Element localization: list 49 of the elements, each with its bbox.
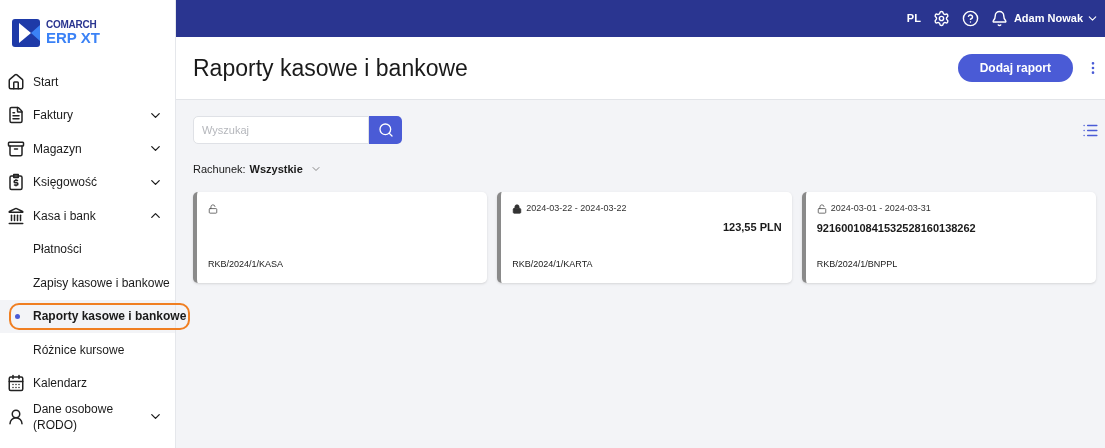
account-filter[interactable]: Rachunek: Wszystkie <box>193 161 1096 178</box>
logo-brand: COMARCH <box>46 20 98 30</box>
search-icon <box>377 122 394 138</box>
report-card[interactable]: 2024-03-01 - 2024-03-31 92160010841532528160138262 RKB/2024/1/BNPPL <box>801 191 1096 283</box>
nav-subitem[interactable]: Raporty kasowe i bankowe <box>9 302 191 330</box>
nav-subitem[interactable]: Płatności <box>9 235 86 263</box>
language-selector[interactable]: PL <box>906 10 921 27</box>
add-report-button[interactable]: Dodaj raport <box>957 54 1073 82</box>
nav-item[interactable]: Dane osobowe (RODO) <box>0 400 175 434</box>
report-number: RKB/2024/1/KARTA <box>512 258 594 271</box>
report-period: 2024-03-22 - 2024-03-22 <box>526 201 627 215</box>
nav-label: Start <box>33 73 60 90</box>
help-icon[interactable] <box>961 10 979 27</box>
nav-label: Księgowość <box>33 174 99 191</box>
archive-icon <box>7 139 25 158</box>
home-icon <box>7 72 25 91</box>
bell-icon[interactable] <box>990 10 1008 27</box>
settings-icon[interactable] <box>932 10 950 27</box>
nav-item[interactable]: Księgowość <box>0 165 175 199</box>
nav-label: Kasa i bank <box>33 207 97 224</box>
nav-subitem[interactable]: Zapisy kasowe i bankowe <box>9 269 174 297</box>
nav-label: Magazyn <box>33 140 83 157</box>
nav-label: Faktury <box>33 107 74 124</box>
report-card[interactable]: 2024-03-22 - 2024-03-22 123,55 PLN RKB/2024/1/KARTA <box>497 191 792 283</box>
logo-product: ERP XT <box>46 30 100 45</box>
nav-item[interactable]: Faktury <box>0 98 175 132</box>
calendar-icon <box>7 374 25 393</box>
search-button[interactable] <box>369 116 402 144</box>
person-icon <box>7 407 25 426</box>
report-amount: 123,55 PLN <box>722 219 782 235</box>
report-number: RKB/2024/1/BNPPL <box>816 258 899 271</box>
nav-item[interactable]: Kalendarz <box>0 366 175 400</box>
nav-subitem[interactable]: Różnice kursowe <box>9 336 129 364</box>
report-period: 2024-03-01 - 2024-03-31 <box>830 201 931 215</box>
document-icon <box>7 106 25 125</box>
dollar-clipboard-icon <box>7 173 25 192</box>
nav-label: Kalendarz <box>33 375 89 392</box>
nav-label: Dane osobowe (RODO) <box>33 400 115 433</box>
page-title: Raporty kasowe i bankowe <box>193 53 469 83</box>
nav-item[interactable]: Magazyn <box>0 132 175 166</box>
logo-icon <box>12 18 40 47</box>
bank-icon <box>7 206 25 225</box>
nav-item[interactable]: Kasa i bank <box>0 199 175 233</box>
report-card[interactable]: RKB/2024/1/KASA <box>193 191 488 283</box>
account-number: 92160010841532528160138262 <box>816 220 977 236</box>
nav-item[interactable]: Start <box>0 65 175 99</box>
user-menu[interactable]: Adam Nowak <box>1013 10 1099 27</box>
search-field[interactable]: Wyszukaj <box>193 116 369 144</box>
report-number: RKB/2024/1/KASA <box>208 258 285 271</box>
